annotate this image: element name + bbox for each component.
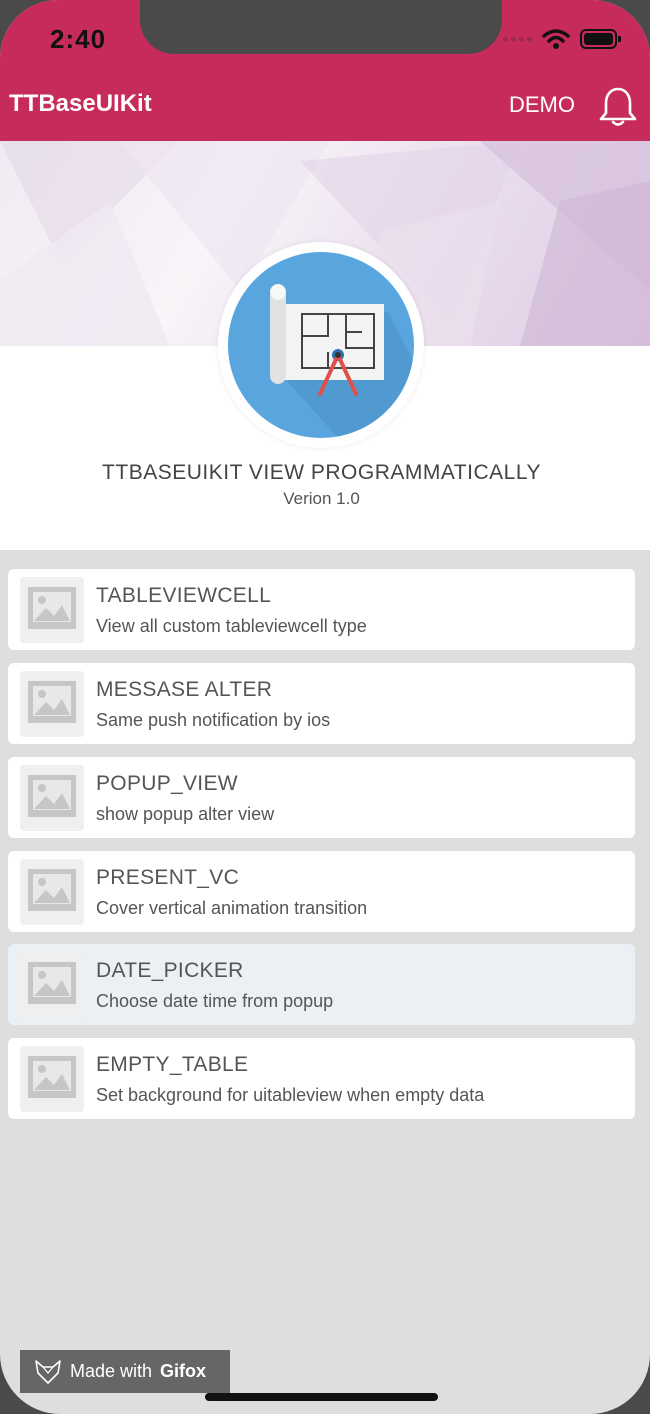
signal-icon <box>503 36 532 42</box>
gifox-watermark: Made with Gifox <box>20 1350 230 1393</box>
list-item-title: PRESENT_VC <box>96 866 240 889</box>
list-item-title: MESSASE ALTER <box>96 678 273 701</box>
list-item-message-alter[interactable]: MESSASE ALTER Same push notification by … <box>8 663 635 744</box>
list-item-tableviewcell[interactable]: TABLEVIEWCELL View all custom tableviewc… <box>8 569 635 650</box>
battery-icon <box>580 29 621 49</box>
list-item-title: POPUP_VIEW <box>96 772 238 795</box>
header-version: Verion 1.0 <box>283 489 360 508</box>
wifi-icon <box>542 29 570 49</box>
list-item-empty-table[interactable]: EMPTY_TABLE Set background for uitablevi… <box>8 1038 635 1119</box>
watermark-brand: Gifox <box>160 1361 207 1381</box>
status-indicators <box>503 28 622 50</box>
status-time: 2:40 <box>50 24 107 54</box>
fox-logo-icon <box>35 1359 61 1384</box>
list-item-title: DATE_PICKER <box>96 959 244 982</box>
image-placeholder-icon <box>20 577 84 643</box>
blueprint-logo-icon <box>228 252 414 438</box>
list-item-subtitle: show popup alter view <box>96 804 275 824</box>
image-placeholder-icon <box>20 671 84 737</box>
header-section: TTBASEUIKIT VIEW PROGRAMMATICALLY Verion… <box>0 141 650 550</box>
list-item-subtitle: Cover vertical animation transition <box>96 898 368 918</box>
bell-icon[interactable] <box>598 86 638 128</box>
list-item-subtitle: Set background for uitableview when empt… <box>96 1085 485 1105</box>
image-placeholder-icon <box>20 952 84 1018</box>
list-item-subtitle: View all custom tableviewcell type <box>96 616 367 636</box>
home-indicator <box>205 1393 438 1401</box>
list-item-date-picker[interactable]: DATE_PICKER Choose date time from popup <box>8 944 635 1025</box>
nav-title: TTBaseUIKit <box>9 90 152 117</box>
image-placeholder-icon <box>20 1046 84 1112</box>
navigation-bar: 2:40 TTBaseUIKit DEMO <box>0 0 650 141</box>
list-item-popup-view[interactable]: POPUP_VIEW show popup alter view <box>8 757 635 838</box>
demo-button[interactable]: DEMO <box>509 92 575 118</box>
list-item-present-vc[interactable]: PRESENT_VC Cover vertical animation tran… <box>8 851 635 932</box>
header-title: TTBASEUIKIT VIEW PROGRAMMATICALLY <box>102 461 541 484</box>
image-placeholder-icon <box>20 859 84 925</box>
image-placeholder-icon <box>20 765 84 831</box>
list-item-subtitle: Choose date time from popup <box>96 991 334 1011</box>
list-item-title: EMPTY_TABLE <box>96 1053 249 1076</box>
app-screen: 2:40 TTBaseUIKit DEMO TTBASEUIKIT VIEW P… <box>0 0 650 1414</box>
device-notch <box>140 0 502 54</box>
list-item-title: TABLEVIEWCELL <box>96 584 272 607</box>
list-item-subtitle: Same push notification by ios <box>96 710 331 730</box>
watermark-prefix: Made with <box>70 1361 153 1381</box>
